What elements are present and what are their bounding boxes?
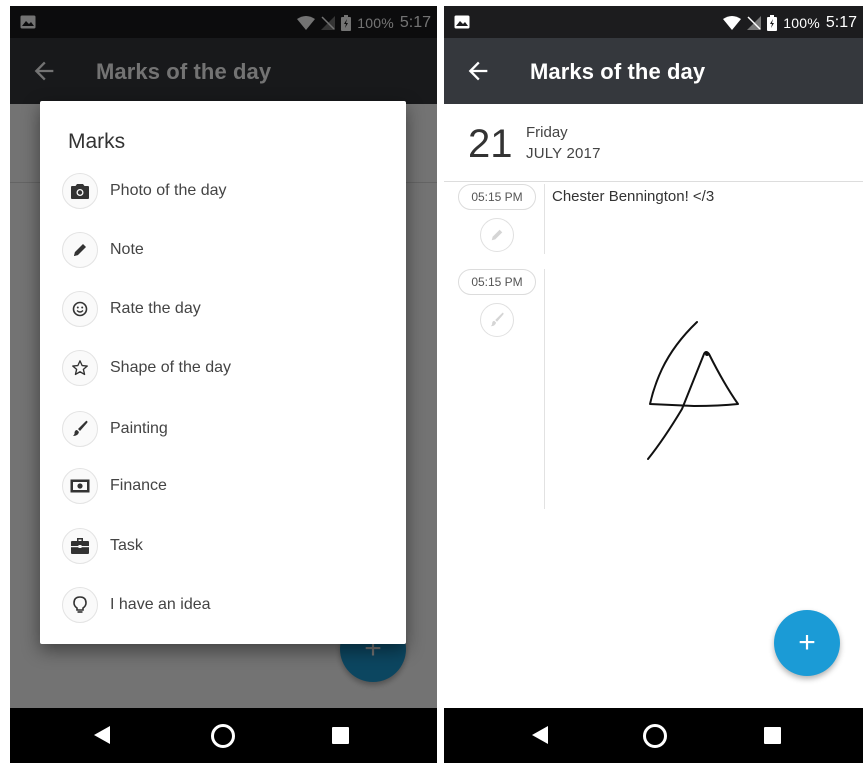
menu-item-shape[interactable]: Shape of the day bbox=[62, 348, 392, 388]
menu-item-label: Shape of the day bbox=[110, 359, 231, 376]
marks-dialog: Marks Photo of the day Note Rate the day… bbox=[40, 101, 406, 644]
page-title: Marks of the day bbox=[530, 59, 706, 84]
menu-item-photo[interactable]: Photo of the day bbox=[62, 171, 392, 211]
nav-back-icon[interactable] bbox=[532, 726, 548, 744]
back-arrow-icon[interactable] bbox=[30, 57, 58, 85]
app-bar: Marks of the day bbox=[444, 38, 863, 104]
nav-home-icon[interactable] bbox=[643, 724, 667, 748]
signal-off-icon bbox=[747, 16, 762, 30]
date-day-number: 21 bbox=[468, 122, 513, 166]
briefcase-icon bbox=[62, 528, 98, 564]
money-icon bbox=[62, 468, 98, 504]
entry-time: 05:15 PM bbox=[458, 184, 536, 210]
menu-item-label: Painting bbox=[110, 420, 168, 437]
back-arrow-icon[interactable] bbox=[464, 57, 492, 85]
nav-recents-icon[interactable] bbox=[332, 727, 349, 744]
menu-item-label: Rate the day bbox=[110, 300, 201, 317]
menu-item-label: I have an idea bbox=[110, 596, 211, 613]
timeline-line bbox=[544, 269, 545, 509]
timeline-line bbox=[544, 184, 545, 254]
page-title: Marks of the day bbox=[96, 59, 272, 84]
star-icon bbox=[62, 350, 98, 386]
signal-off-icon bbox=[321, 16, 336, 30]
add-mark-fab[interactable]: + bbox=[774, 610, 840, 676]
date-header: 21 Friday JULY 2017 bbox=[444, 104, 863, 182]
date-month-year: JULY 2017 bbox=[526, 145, 601, 162]
status-bar: 100% 5:17 bbox=[10, 6, 437, 38]
brush-icon[interactable] bbox=[480, 303, 514, 337]
entry-time: 05:15 PM bbox=[458, 269, 536, 295]
battery-percent: 100% bbox=[357, 15, 394, 31]
battery-icon bbox=[767, 15, 778, 31]
camera-icon bbox=[62, 173, 98, 209]
wifi-icon bbox=[723, 16, 742, 30]
clock: 5:17 bbox=[825, 14, 857, 31]
navigation-bar bbox=[444, 708, 863, 763]
menu-item-label: Note bbox=[110, 241, 144, 258]
menu-item-painting[interactable]: Painting bbox=[62, 409, 392, 449]
menu-item-task[interactable]: Task bbox=[62, 526, 392, 566]
menu-item-idea[interactable]: I have an idea bbox=[62, 585, 392, 625]
nav-back-icon[interactable] bbox=[94, 726, 110, 744]
nav-recents-icon[interactable] bbox=[764, 727, 781, 744]
menu-item-label: Finance bbox=[110, 477, 167, 494]
battery-percent: 100% bbox=[783, 15, 820, 31]
wifi-icon bbox=[297, 16, 316, 30]
left-phone-screen: 100% 5:17 Marks of the day + Marks Photo… bbox=[10, 6, 437, 763]
clock: 5:17 bbox=[399, 14, 431, 31]
navigation-bar bbox=[10, 708, 437, 763]
menu-item-label: Task bbox=[110, 537, 143, 554]
painting-drawing[interactable] bbox=[634, 314, 744, 464]
date-weekday: Friday bbox=[526, 124, 568, 141]
menu-item-rate[interactable]: Rate the day bbox=[62, 289, 392, 329]
menu-item-note[interactable]: Note bbox=[62, 230, 392, 270]
app-bar: Marks of the day bbox=[10, 38, 437, 104]
status-bar: 100% 5:17 bbox=[444, 6, 863, 38]
battery-icon bbox=[341, 15, 352, 31]
plus-icon: + bbox=[798, 626, 816, 659]
gallery-notification-icon bbox=[20, 15, 36, 29]
menu-item-label: Photo of the day bbox=[110, 182, 227, 199]
pencil-icon[interactable] bbox=[480, 218, 514, 252]
brush-icon bbox=[62, 411, 98, 447]
menu-item-finance[interactable]: Finance bbox=[62, 466, 392, 506]
nav-home-icon[interactable] bbox=[211, 724, 235, 748]
entry-note-text[interactable]: Chester Bennington! </3 bbox=[552, 188, 714, 205]
gallery-notification-icon bbox=[454, 15, 470, 29]
lightbulb-icon bbox=[62, 587, 98, 623]
right-phone-screen: 100% 5:17 Marks of the day 21 Friday JUL… bbox=[444, 6, 863, 763]
dialog-title: Marks bbox=[68, 130, 126, 153]
smiley-icon bbox=[62, 291, 98, 327]
pencil-icon bbox=[62, 232, 98, 268]
